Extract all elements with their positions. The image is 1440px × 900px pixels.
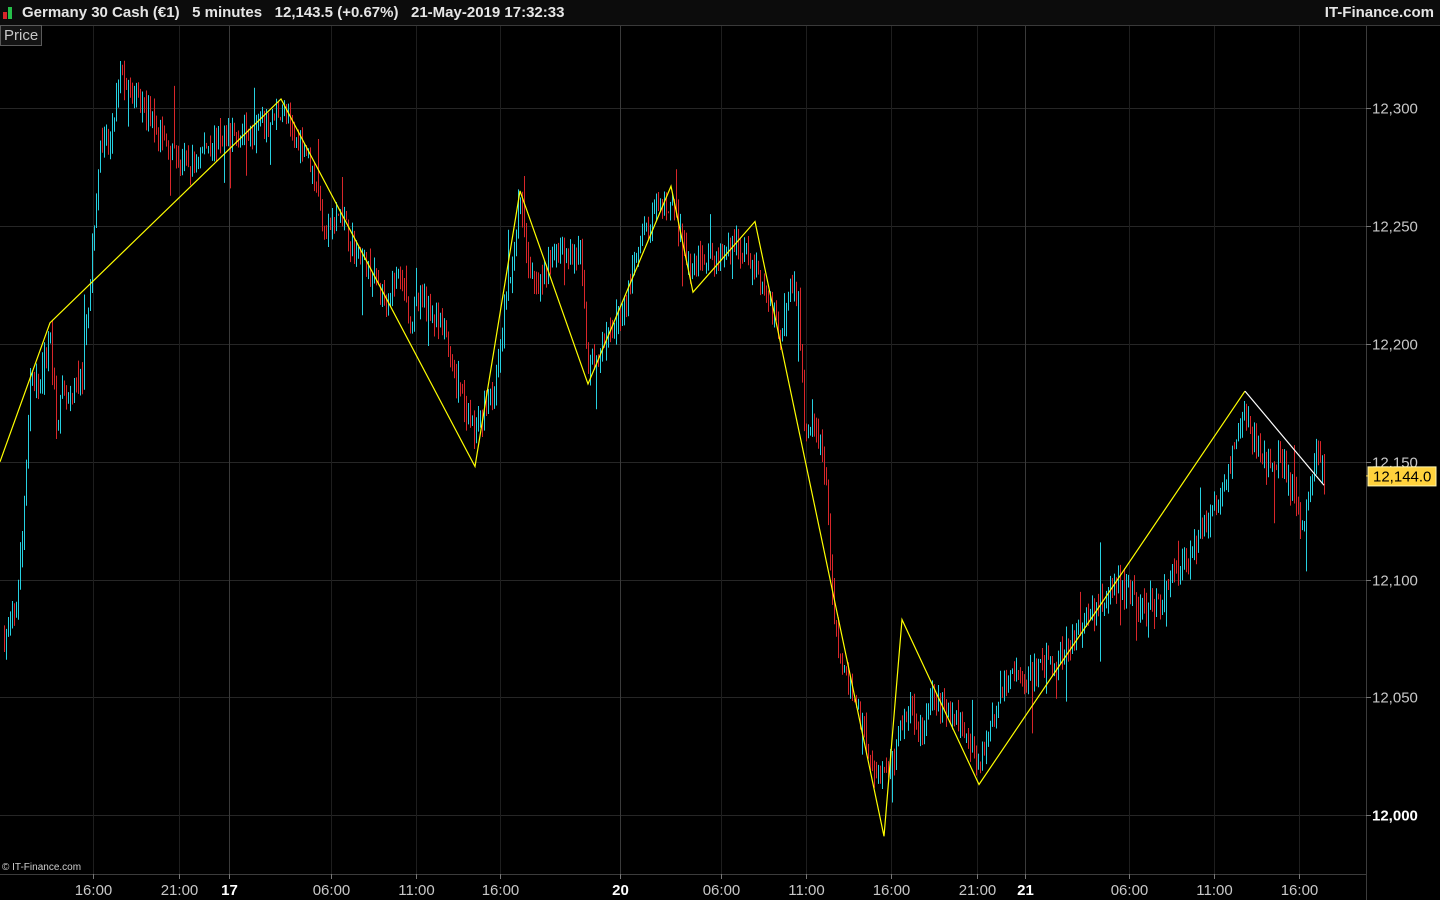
x-tick-label: 21:00 [161,882,199,899]
x-tick-label: 17 [221,882,238,899]
x-tick-label: 06:00 [313,882,351,899]
y-tick-label: 12,250 [1372,219,1418,236]
y-tick-label: 12,050 [1372,690,1418,707]
last-price-label: 12,144.0 [1373,468,1431,485]
x-tick-label: 16:00 [75,882,113,899]
x-tick-label: 20 [612,882,629,899]
candles [4,60,1325,803]
y-tick-label: 12,200 [1372,337,1418,354]
x-tick-label: 06:00 [703,882,741,899]
axes: 12,30012,25012,20012,15012,10012,05012,0… [75,101,1437,899]
x-tick-label: 21:00 [959,882,997,899]
x-tick-label: 11:00 [398,882,434,899]
y-tick-label: 12,300 [1372,101,1418,118]
x-tick-label: 11:00 [1196,882,1232,899]
x-tick-label: 16:00 [873,882,911,899]
x-tick-label: 16:00 [1281,882,1319,899]
chart-grid [0,26,1367,900]
x-tick-label: 06:00 [1111,882,1149,899]
x-tick-label: 11:00 [788,882,824,899]
zigzag-line [0,98,1246,837]
copyright-label: © IT-Finance.com [2,862,82,873]
y-tick-label: 12,000 [1372,808,1418,825]
price-chart[interactable]: 12,30012,25012,20012,15012,10012,05012,0… [0,0,1440,900]
x-tick-label: 21 [1017,882,1034,899]
x-tick-label: 16:00 [482,882,520,899]
y-tick-label: 12,100 [1372,573,1418,590]
